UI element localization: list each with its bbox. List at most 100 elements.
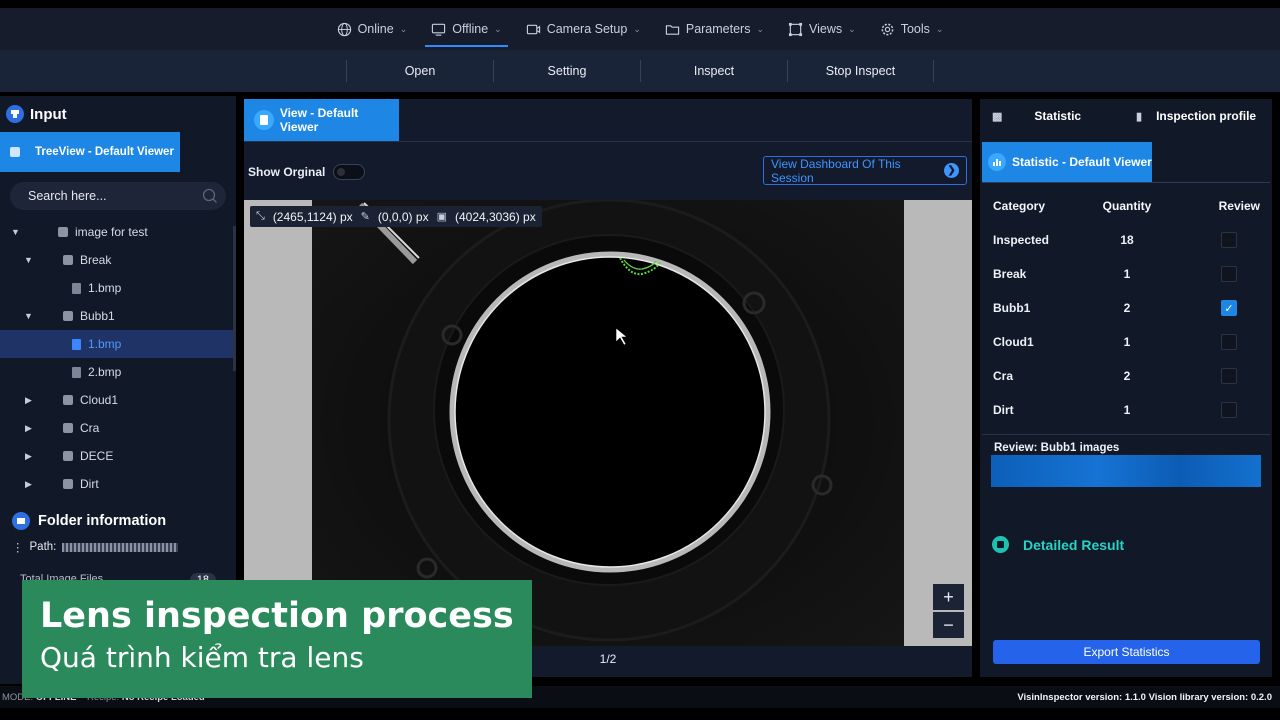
row-review [1164,232,1270,248]
table-row: Inspected 18 [982,223,1270,257]
expand-arrow-icon[interactable]: ▼ [24,255,33,265]
stop-inspect-button[interactable]: Stop Inspect [787,60,934,82]
path-value-redacted [62,542,179,552]
tree-item-dece[interactable]: ▶ DECE [0,442,236,470]
tab-treeview[interactable]: TreeView - Default Viewer [0,132,180,172]
view-dashboard-button[interactable]: View Dashboard Of This Session ❯ [763,156,967,185]
menu-online-label: Online [357,22,394,36]
file-icon [72,282,81,294]
review-checkbox[interactable] [1221,232,1237,248]
review-checkbox[interactable] [1221,402,1237,418]
search-icon[interactable] [202,188,218,204]
caption-subtitle: Quá trình kiểm tra lens [40,641,364,674]
camera-icon [526,24,540,34]
tree-item-break-1bmp[interactable]: 1.bmp [0,274,236,302]
review-checkbox[interactable] [1221,334,1237,350]
tree-scrollbar[interactable] [233,226,236,371]
header-category: Category [993,199,1046,213]
folder-icon [665,24,680,35]
menu-tools[interactable]: Tools ⌄ [870,8,954,50]
menu-views[interactable]: Views ⌄ [778,8,866,50]
row-review [1164,266,1270,282]
stat-divider [982,182,1270,183]
menu-camera-setup-label: Camera Setup [546,22,628,36]
arrow-right-icon: ❯ [944,163,959,178]
tab-statistic-default-viewer[interactable]: Statistic - Default Viewer [982,142,1152,182]
file-tree: ▼ image for test ▼ Break 1.bmp ▼ Bubb1 1… [0,218,236,498]
tree-item-label: 2.bmp [88,365,122,379]
cube-icon [63,395,73,405]
menu-camera-setup[interactable]: Camera Setup ⌄ [516,8,651,50]
tree-item-label: image for test [75,225,148,239]
file-icon [72,366,81,378]
tab-treeview-label: TreeView - Default Viewer [35,146,174,158]
row-category: Dirt [993,403,1014,417]
chevron-down-icon: ⌄ [399,23,408,34]
header-review: Review [1218,199,1260,213]
header-quantity: Quantity [1102,199,1152,213]
view-dashboard-label: View Dashboard Of This Session [771,156,901,185]
review-checkbox[interactable] [1221,368,1237,384]
row-category: Bubb1 [993,301,1031,315]
open-button[interactable]: Open [346,60,493,82]
menu-parameters[interactable]: Parameters ⌄ [655,8,774,50]
show-original-toggle[interactable] [333,164,366,180]
right-tabs: ▩ Statistic ▮ Inspection profile [980,99,1272,139]
image-size-icon: ▣ [436,211,447,223]
version-info: VisinInspector version: 1.1.0 Vision lib… [1017,691,1272,703]
cube-icon [58,227,68,237]
export-statistics-button[interactable]: Export Statistics [993,640,1260,664]
row-quantity: 1 [1123,403,1131,417]
tree-item-image-for-test[interactable]: ▼ image for test [0,218,236,246]
expand-arrow-icon[interactable]: ▶ [25,395,32,406]
expand-arrow-icon[interactable]: ▼ [11,227,20,237]
action-toolbar: Open Setting Inspect Stop Inspect [0,50,1280,92]
detailed-result-label: Detailed Result [1023,536,1125,553]
bar-chart-icon: ▮ [1136,110,1143,123]
tree-item-bubb1-1bmp[interactable]: 1.bmp [0,330,236,358]
chart-icon [988,153,1006,171]
tree-item-cra[interactable]: ▶ Cra [0,414,236,442]
input-panel-header: Input [0,96,236,132]
tree-item-dirt[interactable]: ▶ Dirt [0,470,236,498]
review-checkbox[interactable]: ✓ [1221,300,1237,316]
tab-inspection-profile[interactable]: ▮ Inspection profile [1136,109,1256,123]
tab-statistic[interactable]: ▩ Statistic [992,109,1081,123]
show-original-label: Show Orginal [248,165,326,179]
cube-icon [63,311,73,321]
table-row: Cra 2 [982,359,1270,393]
row-quantity: 1 [1123,335,1131,349]
menu-offline[interactable]: Offline ⌄ [421,8,511,50]
expand-arrow-icon[interactable]: ▶ [25,423,32,434]
input-panel-title: Input [30,105,67,123]
zoom-in-button[interactable]: + [933,584,964,610]
tab-divider [244,141,972,142]
menu-online[interactable]: Online ⌄ [327,8,418,50]
menu-offline-label: Offline [452,22,489,36]
statistic-table: Category Quantity Review Inspected 18 Br… [982,189,1270,427]
tree-item-break[interactable]: ▼ Break [0,246,236,274]
expand-arrow-icon[interactable]: ▶ [25,479,32,490]
review-section: Review: Bubb1 images [982,434,1270,494]
gear-icon [881,23,894,35]
tree-item-label: Cra [80,421,100,435]
chevron-down-icon: ⌄ [756,23,765,34]
tree-item-label: 1.bmp [88,281,122,295]
setting-button[interactable]: Setting [493,60,640,82]
expand-arrow-icon[interactable]: ▶ [25,451,32,462]
expand-arrow-icon[interactable]: ▼ [24,311,33,321]
review-checkbox[interactable] [1221,266,1237,282]
cube-icon [63,423,73,433]
tree-item-bubb1-2bmp[interactable]: 2.bmp [0,358,236,386]
inspect-button[interactable]: Inspect [640,60,787,82]
review-thumbnails[interactable] [991,455,1261,487]
search-input[interactable]: Search here... [10,182,226,210]
video-caption: Lens inspection process Quá trình kiểm t… [22,580,532,698]
image-size: (4024,3036) px [454,209,536,224]
zoom-out-button[interactable]: − [933,612,964,638]
tab-default-viewer[interactable]: View - Default Viewer [244,99,399,141]
tree-item-bubb1[interactable]: ▼ Bubb1 [0,302,236,330]
coordinate-readout: ⤡ (2465,1124) px ✎ (0,0,0) px ▣ (4024,30… [250,206,542,227]
tree-item-cloud1[interactable]: ▶ Cloud1 [0,386,236,414]
detailed-result[interactable]: Detailed Result [992,536,1124,553]
